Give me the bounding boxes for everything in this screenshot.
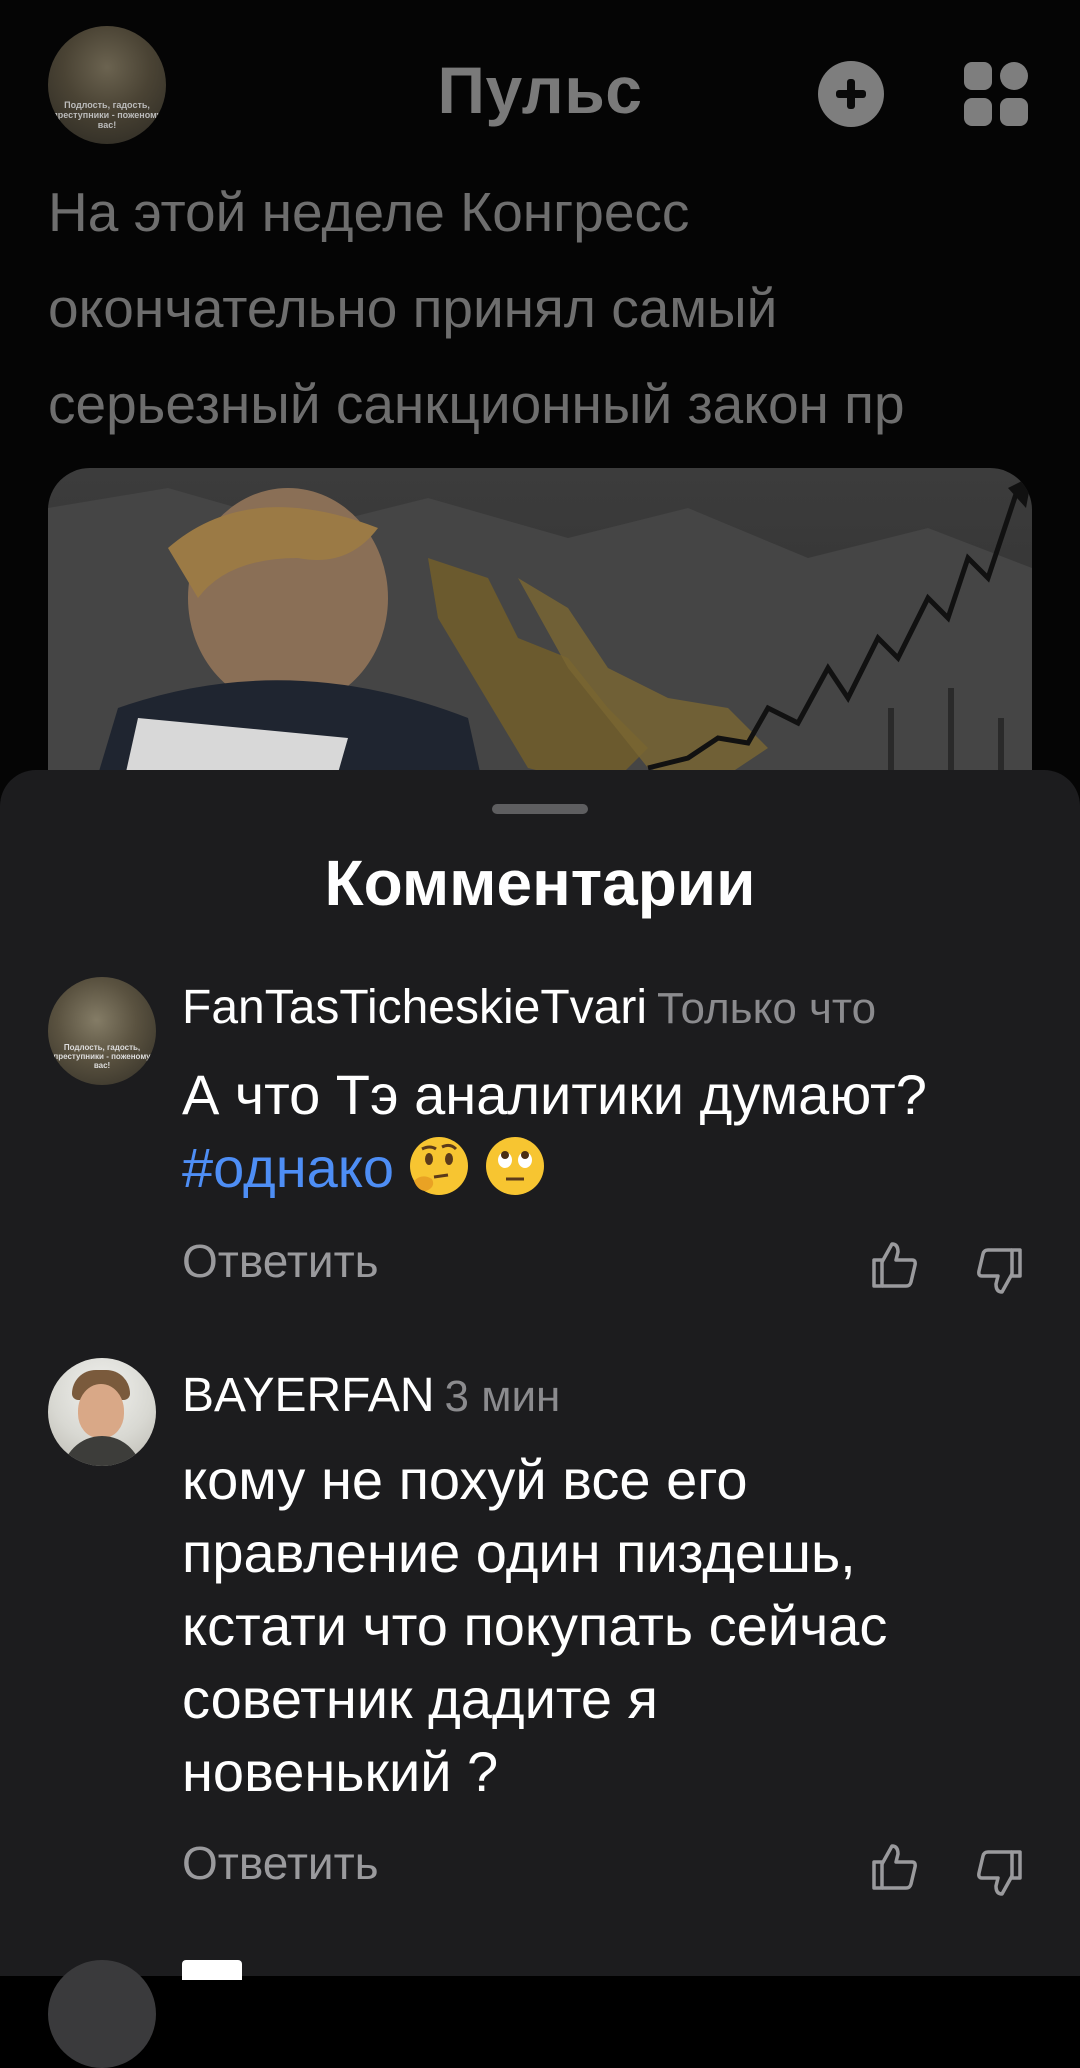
- comment-line: кстати что покупать сейчас: [182, 1594, 888, 1657]
- thumbs-down-icon[interactable]: [974, 1848, 1026, 1900]
- comment-avatar[interactable]: Подлость, гадость, преступники - поженом…: [48, 977, 156, 1085]
- post-line: серьезный санкционный закон пр: [48, 373, 905, 435]
- comment-line: А что Тэ аналитики думают?: [182, 1063, 927, 1126]
- comment-text: А что Тэ аналитики думают? #однако: [182, 1058, 1042, 1204]
- post-line: На этой неделе Конгресс: [48, 181, 690, 243]
- comment-author[interactable]: BAYERFAN: [182, 1369, 435, 1422]
- comment-author[interactable]: FanTasTicheskieTvari: [182, 981, 647, 1034]
- comment-avatar[interactable]: [48, 1358, 156, 1466]
- comment-time: Только что: [657, 984, 877, 1033]
- page-title: Пульс: [437, 53, 643, 127]
- thumbs-up-icon[interactable]: [868, 1238, 920, 1290]
- post-text: На этой неделе Конгресс окончательно при…: [48, 164, 1028, 452]
- sheet-title: Комментарии: [324, 847, 756, 919]
- avatar-caption: Подлость, гадость, преступники - поженом…: [53, 1043, 151, 1070]
- comment-line-tags: #однако: [182, 1131, 1042, 1204]
- plus-circle-icon[interactable]: [818, 61, 884, 127]
- comment-header: FanTasTicheskieTvari Только что: [182, 980, 876, 1035]
- comment-author[interactable]: [182, 1960, 242, 1980]
- hashtag-link[interactable]: #однако: [182, 1136, 394, 1199]
- thinking-face-icon: [408, 1135, 470, 1197]
- top-bar: Подлость, гадость, преступники - поженом…: [0, 0, 1080, 180]
- comment-line: новенький ?: [182, 1740, 499, 1803]
- comment-line: советник дадите я: [182, 1667, 658, 1730]
- comment-line: правление один пиздешь,: [182, 1521, 856, 1584]
- comment-line: кому не похуй все его: [182, 1448, 748, 1511]
- comment-time: 3 мин: [444, 1372, 561, 1421]
- rolling-eyes-icon: [484, 1135, 546, 1197]
- sheet-drag-handle[interactable]: [492, 804, 588, 814]
- reply-button[interactable]: Ответить: [182, 1234, 379, 1288]
- post-image[interactable]: [48, 468, 1032, 808]
- thumbs-up-icon[interactable]: [868, 1840, 920, 1892]
- thumbs-down-icon[interactable]: [974, 1246, 1026, 1298]
- comment-header: BAYERFAN 3 мин: [182, 1368, 560, 1423]
- comment-avatar[interactable]: [48, 1960, 156, 2068]
- post-line: окончательно принял самый: [48, 277, 778, 339]
- background-page: Подлость, гадость, преступники - поженом…: [0, 0, 1080, 808]
- comment-text: кому не похуй все его правление один пиз…: [182, 1443, 1042, 1808]
- reply-button[interactable]: Ответить: [182, 1836, 379, 1890]
- grid-menu-icon[interactable]: [964, 62, 1028, 126]
- post-image-illustration: [48, 476, 1032, 808]
